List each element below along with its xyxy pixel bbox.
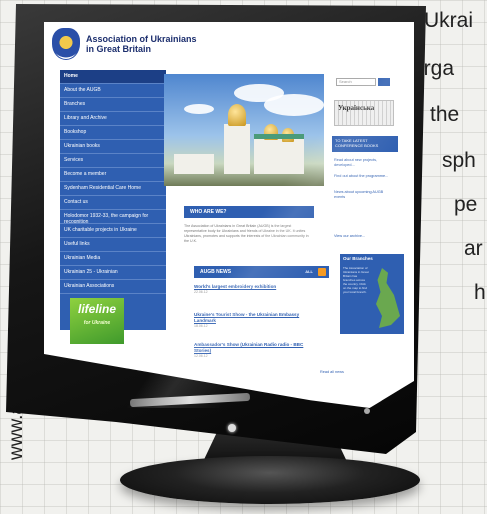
right-link[interactable]: News about upcoming AUGB events: [334, 190, 394, 200]
menu-button[interactable]: [364, 408, 370, 414]
nav-item-about[interactable]: About the AUGB: [60, 84, 166, 98]
lifeline-banner-subtitle: for Ukraine: [83, 320, 111, 326]
nav-item-branches[interactable]: Branches: [60, 98, 166, 112]
branches-panel[interactable]: Our Branches The Association of Ukrainia…: [340, 254, 404, 334]
rss-icon[interactable]: [318, 268, 326, 276]
nav-item-ukrainian-books[interactable]: Ukrainian books: [60, 140, 166, 154]
newspaper-masthead: Українська: [338, 104, 375, 112]
caption-line-6: ar: [464, 237, 483, 260]
news-item-date: 22.06.12: [194, 290, 208, 294]
nav-item-care-home[interactable]: Sydenham Residential Care Home: [60, 182, 166, 196]
news-heading: AUGB NEWS: [200, 269, 232, 275]
caption-line-7: h: [474, 281, 486, 304]
who-are-we-text: The Association of Ukrainians in Great B…: [184, 224, 309, 243]
caption-line-1: Ukrai: [424, 9, 474, 32]
newspaper-image[interactable]: Українська: [334, 100, 394, 126]
search-input[interactable]: Search: [336, 78, 376, 86]
hero-cathedral-photo: [164, 74, 324, 186]
right-link[interactable]: Find out about the programme...: [334, 174, 394, 179]
latest-heading: TO TAKE LATEST CONFERENCE BOOKS: [332, 136, 398, 152]
nav-item-services[interactable]: Services: [60, 154, 166, 168]
nav-item-become-member[interactable]: Become a member: [60, 168, 166, 182]
branches-title: Our Branches: [343, 256, 373, 261]
read-all-news-link[interactable]: Read all news: [320, 370, 344, 374]
nav-item-useful-links[interactable]: Useful links: [60, 238, 166, 252]
lifeline-banner[interactable]: lifeline for Ukraine: [70, 298, 124, 344]
nav-item-holodomor[interactable]: Holodomor 1932-33, the campaign for reco…: [60, 210, 166, 224]
branches-text: The Association of Ukrainians in Great B…: [343, 266, 369, 294]
news-item-title[interactable]: Ukraine's Tourist Show - the Ukrainian E…: [194, 312, 314, 324]
site-title-line-1: Association of Ukrainians: [86, 34, 197, 44]
right-link[interactable]: Read about new projects, developed...: [334, 158, 394, 168]
nav-item-associations[interactable]: Ukrainian Associations: [60, 280, 166, 294]
search-button[interactable]: [378, 78, 390, 86]
nav-item-ukrainian-25[interactable]: Ukrainian 25 - Ukrainian: [60, 266, 166, 280]
site-title-line-2: in Great Britain: [86, 44, 152, 54]
right-link[interactable]: View our archive...: [334, 234, 394, 239]
caption-line-4: sph: [442, 149, 476, 172]
left-navigation: Home About the AUGB Branches Library and…: [60, 70, 166, 330]
news-item-date: 18.06.12: [194, 324, 208, 328]
nav-item-contact[interactable]: Contact us: [60, 196, 166, 210]
caption-line-3: the: [430, 103, 460, 126]
uk-map-icon[interactable]: [376, 268, 400, 328]
who-are-we-heading: WHO ARE WE?: [184, 206, 314, 218]
nav-item-home[interactable]: Home: [60, 70, 166, 84]
news-heading-bar: AUGB NEWS ALL: [194, 266, 329, 278]
news-item[interactable]: Ukraine's Tourist Show - the Ukrainian E…: [194, 312, 314, 328]
news-item-title[interactable]: Ambassador's Show (Ukrainian Radio radio…: [194, 342, 314, 354]
site-title: Association of Ukrainians in Great Brita…: [86, 34, 286, 54]
news-all-link[interactable]: ALL: [305, 266, 313, 278]
augb-logo[interactable]: [52, 28, 80, 60]
nav-item-bookshop[interactable]: Bookshop: [60, 126, 166, 140]
monitor-stand-base: [120, 456, 420, 504]
news-item[interactable]: Ambassador's Show (Ukrainian Radio radio…: [194, 342, 314, 358]
news-item-date: 12.06.12: [194, 354, 208, 358]
caption-line-5: pe: [454, 193, 478, 216]
site-header: Association of Ukrainians in Great Brita…: [52, 28, 352, 70]
nav-item-ukrainian-media[interactable]: Ukrainian Media: [60, 252, 166, 266]
power-button[interactable]: [228, 424, 236, 432]
monitor-screen: Association of Ukrainians in Great Brita…: [44, 22, 414, 408]
news-item[interactable]: World's largest embroidery exhibition 22…: [194, 284, 314, 294]
nav-item-charitable-projects[interactable]: UK charitable projects in Ukraine: [60, 224, 166, 238]
nav-item-library[interactable]: Library and Archive: [60, 112, 166, 126]
lifeline-banner-title: lifeline: [77, 302, 116, 316]
